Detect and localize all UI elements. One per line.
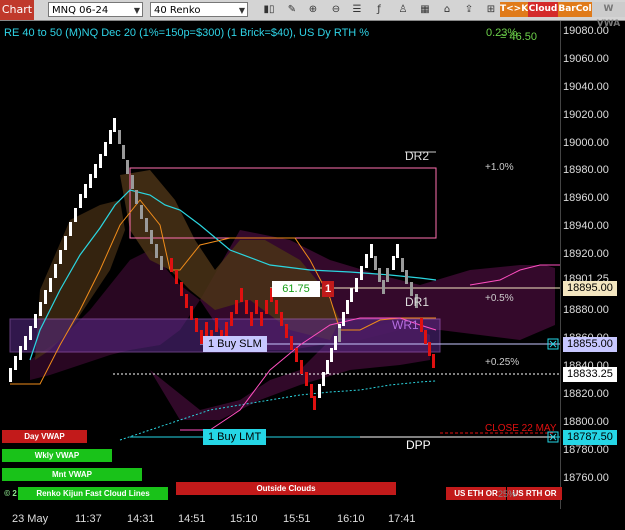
grid-icon[interactable]: ⊞: [484, 2, 498, 17]
pct-025-label: +0.25%: [485, 357, 520, 368]
x-tick-label: 23 May: [12, 513, 49, 525]
zoom-in-icon[interactable]: ⊕: [306, 2, 320, 17]
toggle-wvwap-button[interactable]: W VWA: [592, 2, 625, 29]
wkly-vwap-label: Wkly VWAP: [2, 449, 112, 462]
y-tick-label: 18980.00: [563, 164, 609, 176]
instrument-selector[interactable]: MNQ 06-24 ▼: [48, 2, 143, 17]
calendar-icon[interactable]: ▦: [418, 2, 432, 17]
price-marker-buy-lmt: 18787.50: [563, 430, 617, 445]
ichimoku-label: Renko Kijun Fast Cloud Lines: [18, 487, 168, 500]
position-qty[interactable]: 1: [322, 281, 334, 297]
pct-05-label: +0.5%: [485, 293, 514, 304]
instrument-value: MNQ 06-24: [52, 5, 109, 16]
dpp-label: DPP: [406, 438, 431, 452]
y-tick-label: 18920.00: [563, 248, 609, 260]
price-marker-level: 18895.00: [563, 281, 617, 296]
wr1-label: WR1: [392, 318, 419, 332]
y-tick-label: 18820.00: [563, 388, 609, 400]
zoom-out-icon[interactable]: ⊖: [329, 2, 343, 17]
chevron-down-icon: ▼: [133, 6, 140, 15]
x-tick-label: 14:51: [178, 513, 206, 525]
properties-icon[interactable]: ☰: [350, 2, 364, 17]
dr1-label: DR1: [405, 295, 430, 309]
price-marker-buy-slm: 18855.00: [563, 337, 617, 352]
toggle-barcol-button[interactable]: BarCol: [558, 2, 592, 17]
x-tick-label: 17:41: [388, 513, 416, 525]
y-tick-label: 18960.00: [563, 192, 609, 204]
y-tick-label: 18760.00: [563, 472, 609, 484]
chevron-down-icon: ▼: [238, 6, 245, 15]
bar-style-icon[interactable]: ▮▯: [262, 2, 276, 17]
x-tick-label: 15:51: [283, 513, 311, 525]
position-pnl[interactable]: 61.75: [272, 281, 320, 297]
pct-bottom-label: 25%: [498, 489, 517, 499]
buy-lmt-order[interactable]: 1 Buy LMT: [203, 429, 267, 445]
close-level-label: CLOSE 22 MAY: [485, 423, 557, 434]
us-eth-or-label: US ETH OR: [446, 487, 506, 500]
readout-points: = 46.50: [500, 31, 538, 43]
draw-icon[interactable]: ✎: [285, 2, 299, 17]
x-tick-label: 11:37: [75, 513, 102, 525]
y-tick-label: 18880.00: [563, 304, 609, 316]
dr2-label: DR2: [405, 149, 430, 163]
x-tick-label: 16:10: [337, 513, 365, 525]
y-tick-label: 19080.00: [563, 25, 609, 37]
share-icon[interactable]: ⇪: [462, 2, 476, 17]
y-tick-label: 18780.00: [563, 444, 609, 456]
y-tick-label: 18800.00: [563, 416, 609, 428]
mnt-vwap-label: Mnt VWAP: [2, 468, 142, 481]
chart-tab-title[interactable]: Chart: [0, 0, 34, 20]
toggle-cloud-button[interactable]: Cloud: [528, 2, 558, 17]
x-tick-label: 15:10: [230, 513, 258, 525]
bar-type-selector[interactable]: 40 Renko ▼: [150, 2, 248, 17]
x-tick-label: 14:31: [127, 513, 155, 525]
y-tick-label: 19040.00: [563, 81, 609, 93]
y-tick-label: 18940.00: [563, 220, 609, 232]
y-tick-label: 19060.00: [563, 53, 609, 65]
strategies-icon[interactable]: ♙: [396, 2, 410, 17]
y-tick-label: 19000.00: [563, 137, 609, 149]
bar-type-value: 40 Renko: [154, 5, 201, 16]
buy-slm-order[interactable]: 1 Buy SLM: [203, 336, 267, 352]
chart-description: RE 40 to 50 (M)NQ Dec 20 (1%=150p=$300) …: [4, 27, 370, 39]
price-marker-last: 18833.25: [563, 367, 617, 382]
toggle-tk-button[interactable]: T<>K: [500, 2, 528, 17]
pct-1-label: +1.0%: [485, 162, 514, 173]
day-vwap-label: Day VWAP: [2, 430, 87, 443]
copyright-label: © 2: [4, 489, 17, 498]
attach-icon[interactable]: ⌂: [440, 2, 454, 17]
indicators-icon[interactable]: ƒ: [372, 2, 386, 17]
y-tick-label: 19020.00: [563, 109, 609, 121]
chart-toolbar: Chart MNQ 06-24 ▼ 40 Renko ▼ ▮▯ ✎ ⊕ ⊖ ☰ …: [0, 0, 625, 29]
outside-clouds-label: Outside Clouds: [176, 482, 396, 495]
